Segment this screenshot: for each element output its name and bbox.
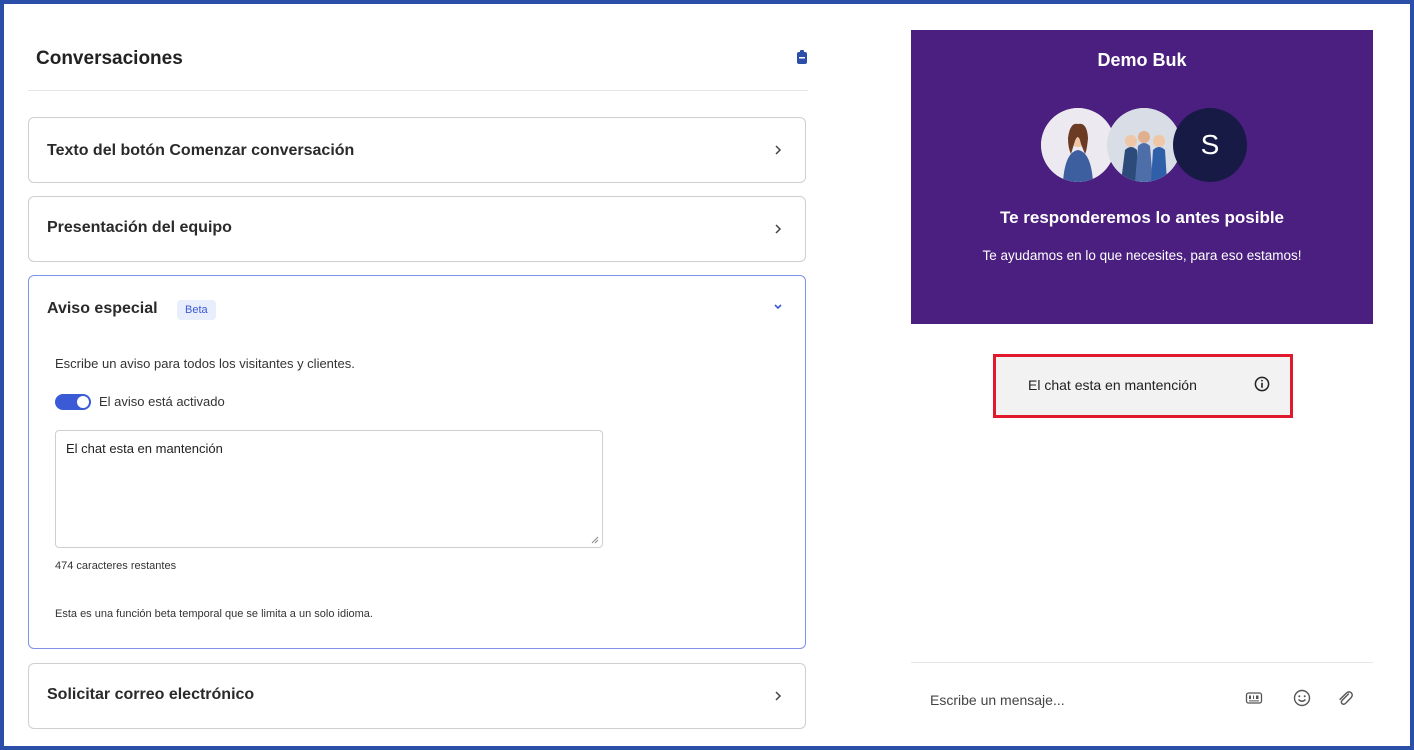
notice-description: Escribe un aviso para todos los visitant… [55,356,355,371]
composer-divider [911,662,1373,663]
section-start-button-text[interactable]: Texto del botón Comenzar conversación [28,117,806,183]
beta-badge: Beta [177,300,216,320]
person-illustration-icon [1041,108,1115,182]
chevron-right-icon [775,145,782,155]
toggle-knob [77,396,89,408]
section-label[interactable]: Aviso especial [47,300,158,318]
widget-title: Demo Buk [1097,50,1187,70]
char-counter: 474 caracteres restantes [55,560,177,572]
section-label: Solicitar correo electrónico [47,686,255,703]
gif-icon[interactable] [1244,688,1264,708]
chevron-right-icon [775,224,782,234]
avatar-initial: S [1173,108,1247,182]
team-illustration-icon [1107,108,1181,182]
resize-grip-icon[interactable] [591,536,599,544]
chevron-down-icon[interactable] [773,302,783,312]
notice-banner: El chat esta en mantención [993,354,1293,418]
settings-panel: Conversaciones Texto del botón Comenzar … [28,20,808,740]
settings-header: Conversaciones [28,20,808,91]
widget-subheading: Te ayudamos en lo que necesites, para es… [982,248,1302,263]
avatar [1041,108,1115,182]
message-input[interactable]: Escribe un mensaje... [930,692,1065,708]
emoji-icon[interactable] [1292,688,1312,708]
clipboard-icon[interactable] [796,50,808,64]
chat-widget-header: Demo Buk S Te responderemos lo antes pos… [911,30,1373,324]
page-title: Conversaciones [36,48,183,69]
section-label: Texto del botón Comenzar conversación [47,142,355,159]
notice-textarea-value: El chat esta en mantención [66,441,223,456]
toggle-label: El aviso está activado [99,394,225,409]
avatar [1107,108,1181,182]
notice-toggle[interactable] [55,394,91,410]
section-team-presentation[interactable]: Presentación del equipo [28,196,806,262]
info-icon[interactable] [1254,376,1270,392]
section-special-notice: Aviso especial Beta Escribe un aviso par… [28,275,806,649]
chevron-right-icon [775,691,782,701]
widget-heading: Te responderemos lo antes posible [999,208,1285,227]
notice-textarea[interactable]: El chat esta en mantención [55,430,603,548]
paperclip-icon[interactable] [1335,688,1355,708]
section-label: Presentación del equipo [47,219,232,236]
beta-note: Esta es una función beta temporal que se… [55,608,373,620]
section-request-email[interactable]: Solicitar correo electrónico [28,663,806,729]
notice-text: El chat esta en mantención [1028,377,1197,393]
